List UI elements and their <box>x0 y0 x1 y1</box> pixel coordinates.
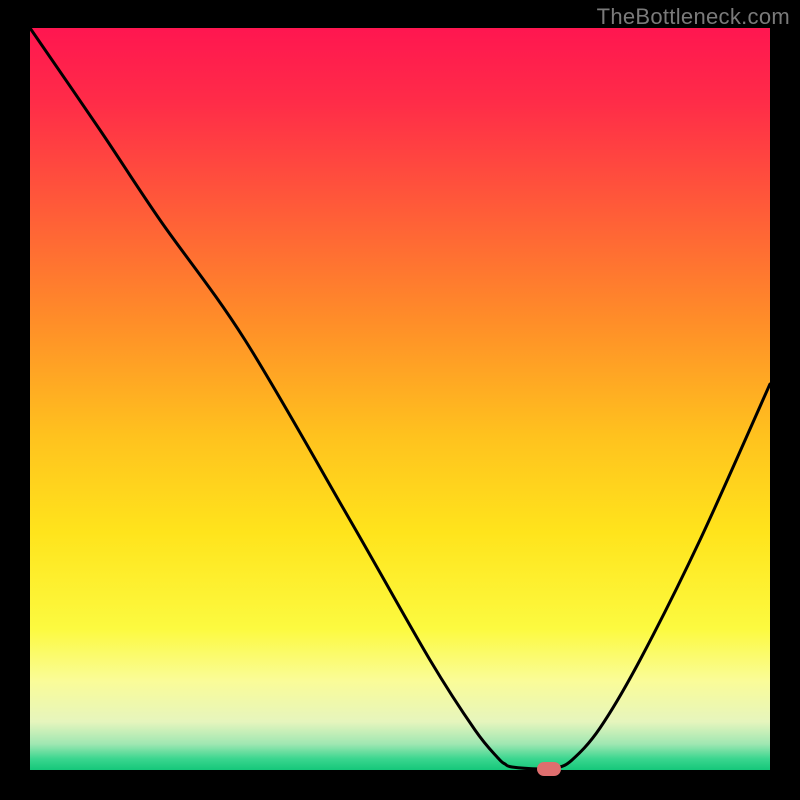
plot-background <box>30 28 770 770</box>
optimal-marker <box>537 762 561 776</box>
chart-container: TheBottleneck.com <box>0 0 800 800</box>
attribution-text: TheBottleneck.com <box>597 4 790 30</box>
bottleneck-chart <box>0 0 800 800</box>
